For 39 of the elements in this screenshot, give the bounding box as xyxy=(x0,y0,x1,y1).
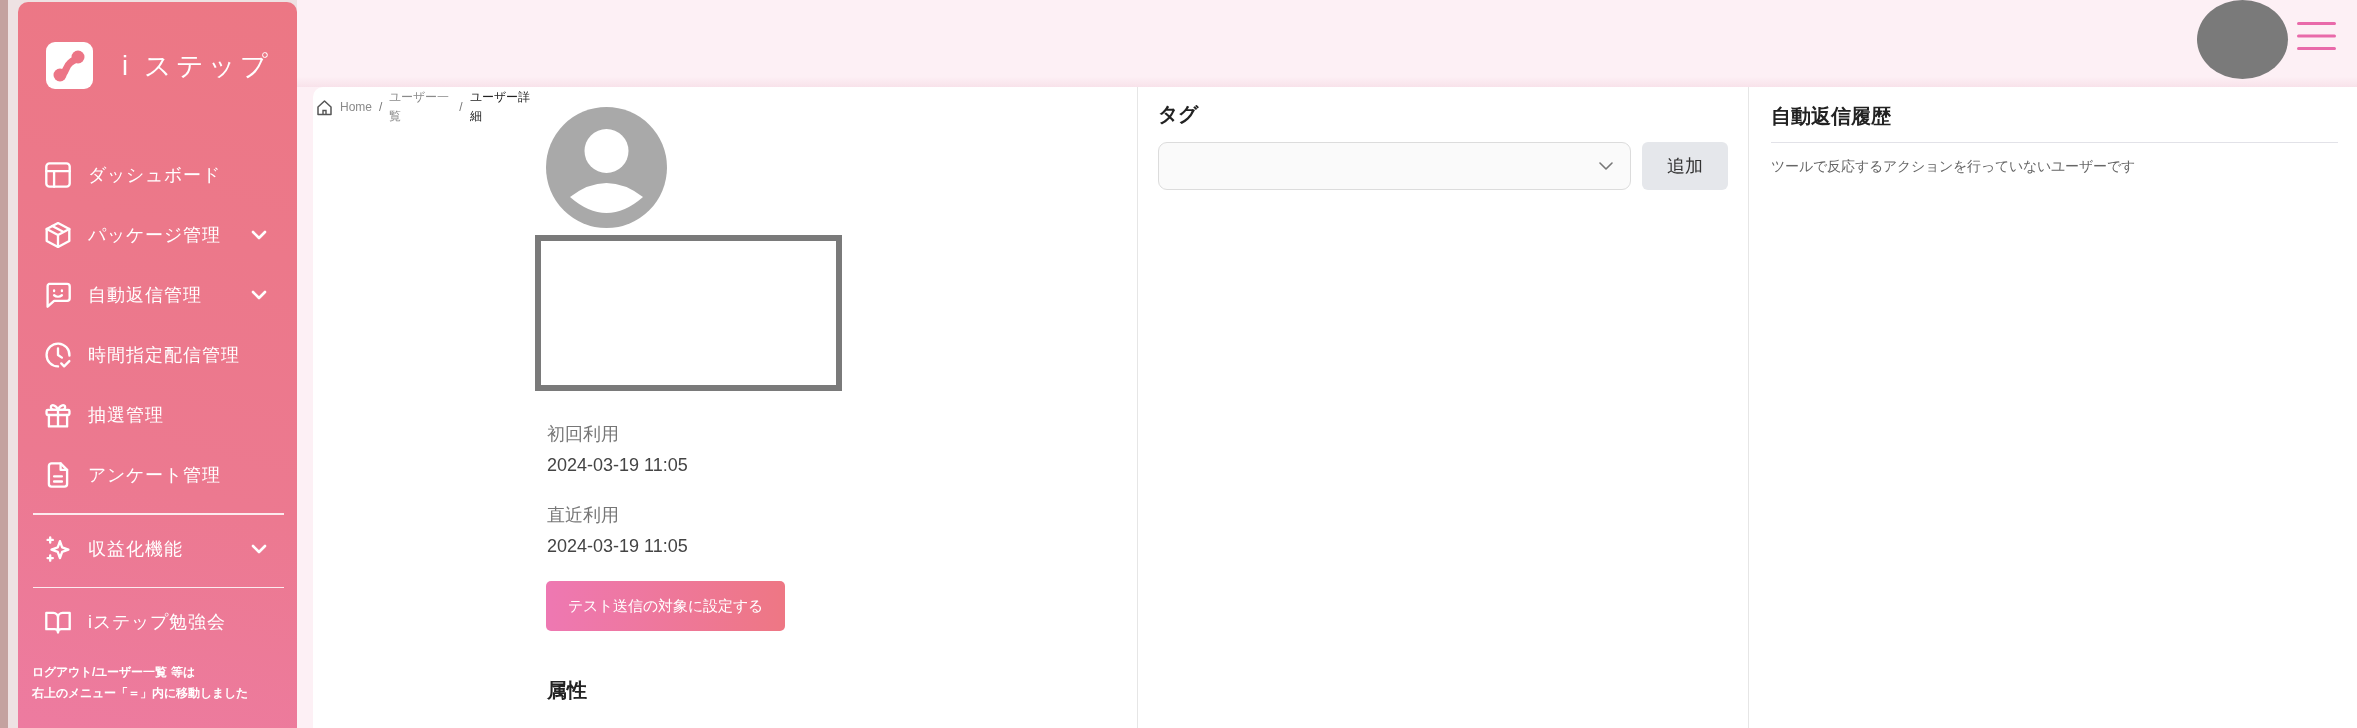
document-icon xyxy=(45,462,71,488)
clock-check-icon xyxy=(45,342,71,368)
cube-icon xyxy=(45,222,71,248)
book-icon xyxy=(45,609,71,635)
field-label: 直近利用 xyxy=(547,504,619,527)
sidebar-item[interactable]: 時間指定配信管理 xyxy=(18,327,297,383)
sidebar-item[interactable]: パッケージ管理 xyxy=(18,207,297,263)
section-heading: 属性 xyxy=(547,678,587,703)
chat-smile-icon xyxy=(45,282,71,308)
sidebar-item[interactable]: アンケート管理 xyxy=(18,447,297,503)
sidebar-notice: 右上のメニュー「＝」内に移動しました xyxy=(32,685,248,702)
add-button[interactable]: 追加 xyxy=(1642,142,1728,190)
breadcrumb-separator: / xyxy=(379,100,383,114)
sparkles-icon xyxy=(45,535,71,562)
section-heading: タグ xyxy=(1158,102,1200,127)
field-value: 2024-03-19 11:05 xyxy=(547,535,688,558)
home-icon[interactable] xyxy=(316,98,333,116)
sidebar-item[interactable]: iステップ勉強会 xyxy=(18,594,297,650)
sidebar-notice: ログアウト/ユーザー一覧 等は xyxy=(32,664,195,681)
field-value: 2024-03-19 11:05 xyxy=(547,454,688,477)
logo-text[interactable]: i ステップ xyxy=(122,48,272,83)
logo-icon[interactable] xyxy=(46,42,93,89)
sidebar-item[interactable]: 収益化機能 xyxy=(18,520,297,577)
sidebar-item[interactable]: 抽選管理 xyxy=(18,387,297,443)
section-heading: 自動返信履歴 xyxy=(1771,104,1892,129)
gift-icon xyxy=(45,402,71,428)
breadcrumb-item[interactable]: ユーザー一覧 xyxy=(389,88,453,126)
sidebar-item[interactable]: ダッシュボード xyxy=(18,147,297,203)
sidebar-item[interactable]: 自動返信管理 xyxy=(18,267,297,323)
layout-icon xyxy=(45,162,71,188)
breadcrumb-separator: / xyxy=(459,100,463,114)
empty-message: ツールで反応するアクションを行っていないユーザーです xyxy=(1771,157,2136,176)
test-send-button[interactable]: テスト送信の対象に設定する xyxy=(546,581,785,631)
menu-icon[interactable] xyxy=(2297,21,2336,51)
user-avatar-icon xyxy=(546,107,667,228)
breadcrumb-item[interactable]: Home xyxy=(340,100,372,114)
breadcrumb-item: ユーザー詳細 xyxy=(469,89,531,125)
field-label: 初回利用 xyxy=(547,423,619,446)
chevron-icon[interactable] xyxy=(1599,162,1613,170)
